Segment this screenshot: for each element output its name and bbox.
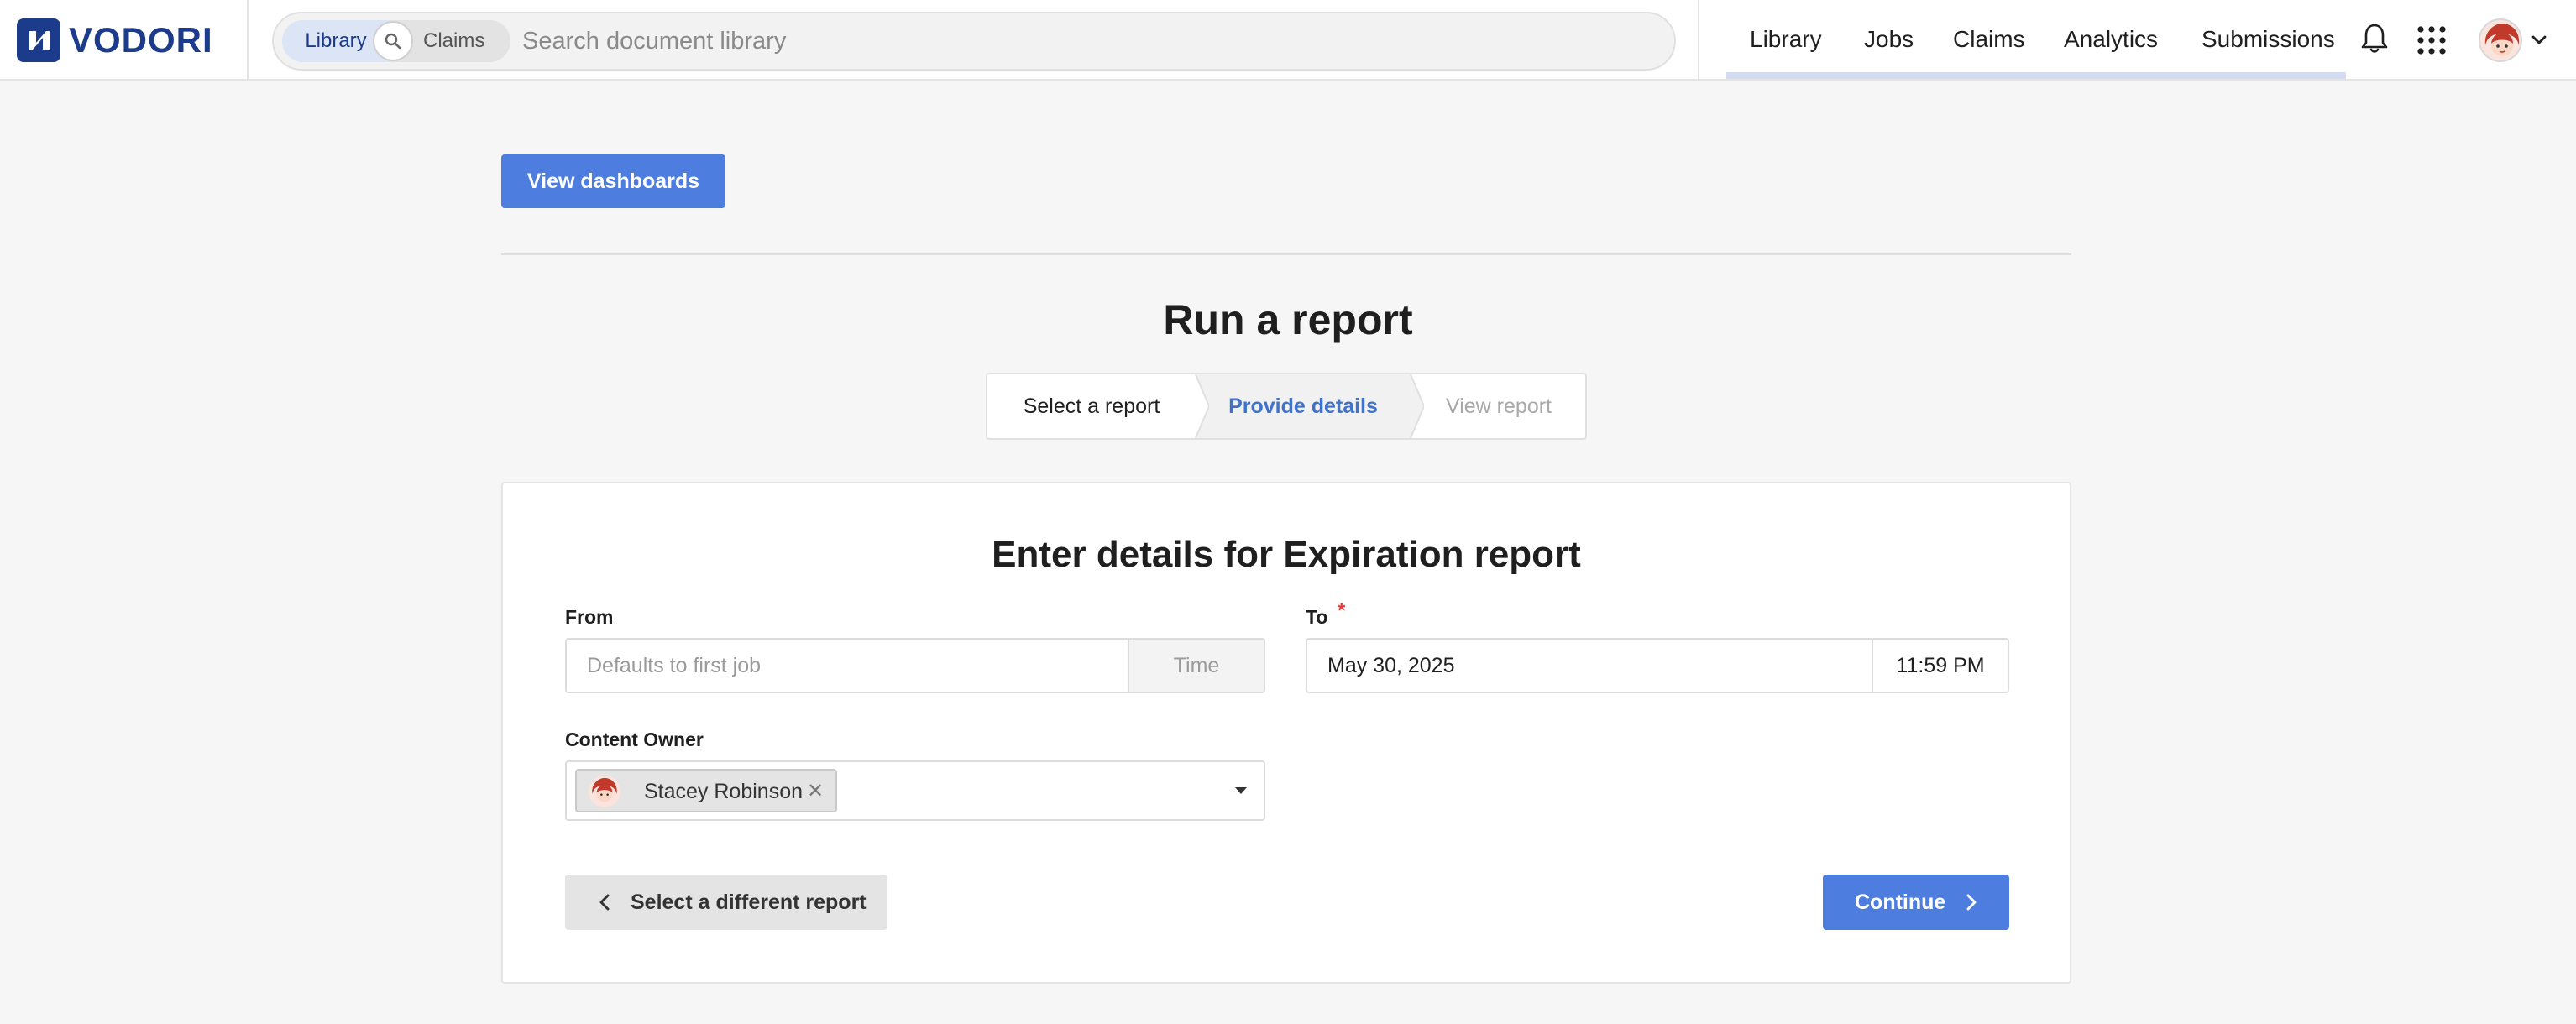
required-marker: * xyxy=(1338,599,1346,622)
from-field xyxy=(565,638,1265,693)
chevron-right-icon xyxy=(1966,894,1977,911)
nav-submissions[interactable]: Submissions xyxy=(2202,0,2335,79)
nav-library[interactable]: Library xyxy=(1750,0,1822,79)
view-dashboards-button[interactable]: View dashboards xyxy=(501,154,725,208)
bell-icon[interactable] xyxy=(2356,20,2393,57)
chevron-down-icon[interactable] xyxy=(2529,30,2549,50)
user-avatar[interactable] xyxy=(2479,18,2522,62)
step-select-report[interactable]: Select a report xyxy=(987,374,1196,438)
to-date-input[interactable] xyxy=(1307,640,1872,692)
search-input[interactable] xyxy=(522,18,1664,64)
owner-chip: Stacey Robinson ✕ xyxy=(575,769,837,812)
report-details-card: Enter details for Expiration report From… xyxy=(501,482,2071,984)
content-owner-select[interactable]: Stacey Robinson ✕ xyxy=(565,760,1265,821)
search-bar: Library Claims xyxy=(272,12,1676,71)
from-time-input[interactable] xyxy=(1128,640,1264,692)
owner-avatar xyxy=(589,776,620,807)
scope-claims[interactable]: Claims xyxy=(423,20,507,62)
dropdown-caret-icon[interactable] xyxy=(1235,787,1247,794)
top-bar: VODORI Library Claims Library Jobs Claim… xyxy=(0,0,2576,81)
back-button-label: Select a different report xyxy=(631,890,867,914)
vodori-logo[interactable]: VODORI xyxy=(17,18,213,62)
report-stepper: Select a report Provide details View rep… xyxy=(986,373,1587,440)
step-provide-details: Provide details xyxy=(1196,374,1411,438)
divider xyxy=(1698,0,1699,79)
page-title: Run a report xyxy=(1163,296,1413,343)
chevron-left-icon xyxy=(599,894,610,911)
search-scope-toggle[interactable]: Library Claims xyxy=(282,20,510,62)
nav-jobs[interactable]: Jobs xyxy=(1864,0,1914,79)
remove-owner-icon[interactable]: ✕ xyxy=(804,779,827,803)
nav-claims[interactable]: Claims xyxy=(1953,0,2025,79)
to-time-input[interactable] xyxy=(1872,640,2008,692)
brand-name: VODORI xyxy=(69,20,213,60)
step-arrow-icon xyxy=(1182,374,1209,438)
from-date-input[interactable] xyxy=(567,640,1128,692)
divider xyxy=(247,0,249,79)
nav-active-indicator xyxy=(1726,72,2346,79)
continue-button-label: Continue xyxy=(1855,890,1946,914)
content-owner-label: Content Owner xyxy=(565,729,704,750)
select-different-report-button[interactable]: Select a different report xyxy=(565,875,887,930)
search-icon[interactable] xyxy=(373,21,413,61)
vodori-logo-icon xyxy=(17,18,60,62)
owner-name: Stacey Robinson xyxy=(644,780,804,803)
form-title: Enter details for Expiration report xyxy=(992,534,1581,575)
step-view-report: View report xyxy=(1446,394,1552,418)
continue-button[interactable]: Continue xyxy=(1823,875,2009,930)
to-label: To xyxy=(1306,606,1328,628)
divider xyxy=(501,253,2071,255)
apps-grid-icon[interactable] xyxy=(2415,24,2448,57)
step-arrow-icon xyxy=(1397,374,1424,438)
from-label: From xyxy=(565,606,614,628)
to-field xyxy=(1306,638,2009,693)
nav-analytics[interactable]: Analytics xyxy=(2064,0,2158,79)
